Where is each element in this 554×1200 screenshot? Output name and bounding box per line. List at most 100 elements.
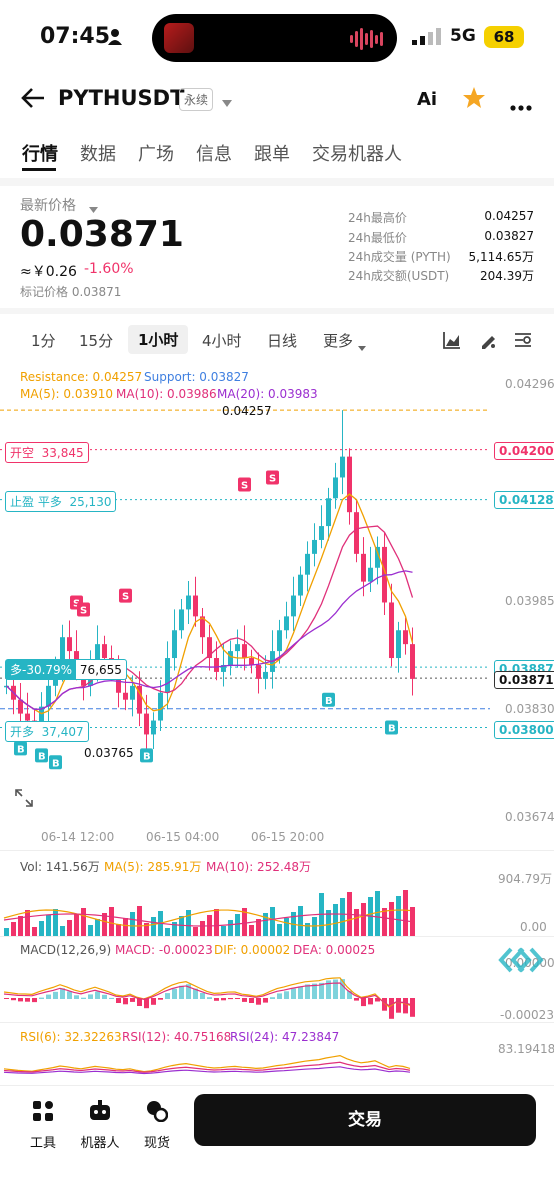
volume-bar xyxy=(46,915,51,936)
take-profit-label: 止盈 平多 xyxy=(10,495,62,509)
tab-square[interactable]: 广场 xyxy=(138,140,174,166)
candle-body xyxy=(410,644,415,679)
macd-bottom: -0.00023 xyxy=(500,1008,554,1022)
macd-bar xyxy=(81,997,86,999)
volume-bar xyxy=(340,898,345,936)
volume-bar xyxy=(249,925,254,936)
open-long-tag[interactable]: 开多 37,407 xyxy=(5,721,89,742)
volume-zero: 0.00 xyxy=(520,920,547,934)
interval-1m[interactable]: 1分 xyxy=(31,330,56,351)
volume-bar xyxy=(186,910,191,936)
settings-icon[interactable] xyxy=(514,331,532,353)
interval-4h[interactable]: 4小时 xyxy=(202,330,242,351)
volume-bar xyxy=(18,916,23,936)
ai-icon[interactable]: Ai xyxy=(417,89,437,110)
position-qty: 76,655 xyxy=(79,663,122,677)
macd-bar xyxy=(291,988,296,999)
macd-bar xyxy=(130,998,135,1002)
y-tick: 0.04296 xyxy=(505,377,554,391)
volume-bar xyxy=(382,908,387,936)
back-arrow-icon[interactable] xyxy=(20,86,46,114)
trade-button[interactable]: 交易 xyxy=(194,1094,536,1146)
ma20-label: MA(20): 0.03983 xyxy=(217,387,318,401)
interval-1h[interactable]: 1小时 xyxy=(128,325,189,354)
double-chevron-icon[interactable] xyxy=(497,947,545,977)
last-price-label[interactable]: 最新价格 xyxy=(20,195,76,215)
volume-bar xyxy=(193,927,198,936)
candle-body xyxy=(312,539,317,554)
tools-button[interactable]: 工具 xyxy=(28,1100,58,1151)
volume-bar xyxy=(333,904,338,936)
open-long-label: 开多 xyxy=(10,725,35,739)
candle-body xyxy=(46,685,51,707)
chevron-down-icon[interactable] xyxy=(358,337,366,356)
candle-body xyxy=(249,658,254,665)
rsi-line xyxy=(3,1066,411,1075)
network-type: 5G xyxy=(450,26,476,46)
draw-tool-icon[interactable] xyxy=(479,331,497,353)
star-icon[interactable] xyxy=(462,86,486,114)
volume-bar xyxy=(235,914,240,936)
volume-bar xyxy=(361,903,366,936)
macd-bar xyxy=(228,998,233,1000)
open-short-label: 开空 xyxy=(10,446,35,460)
open-long-price: 0.03800 xyxy=(494,721,554,739)
volume-bar xyxy=(53,909,58,936)
interval-15m[interactable]: 15分 xyxy=(79,330,113,351)
buy-marker-label: B xyxy=(143,751,151,762)
macd-bar xyxy=(39,997,44,999)
candle-body xyxy=(396,630,401,659)
tab-copy-trade[interactable]: 跟单 xyxy=(254,140,290,166)
tab-trading-bot[interactable]: 交易机器人 xyxy=(312,140,402,166)
volume-bar xyxy=(200,921,205,936)
tab-info[interactable]: 信息 xyxy=(196,140,232,166)
y-tick: 0.03830 xyxy=(505,702,554,716)
buy-marker-label: B xyxy=(388,724,396,735)
cny-price: ≈￥0.26 xyxy=(20,264,77,280)
divider xyxy=(0,1022,554,1023)
macd-bar xyxy=(165,993,170,999)
macd-bar xyxy=(396,998,401,1013)
candle-body xyxy=(354,512,359,554)
macd-bar xyxy=(389,998,394,1019)
volume-bar xyxy=(228,920,233,936)
candle-body xyxy=(186,595,191,610)
robot-icon xyxy=(90,1100,110,1120)
macd-bar xyxy=(53,991,58,999)
bots-label: 机器人 xyxy=(80,1136,120,1151)
fullscreen-icon[interactable] xyxy=(14,788,34,812)
interval-more[interactable]: 更多 xyxy=(323,330,353,351)
macd-bar xyxy=(18,998,23,1002)
tab-market[interactable]: 行情 xyxy=(22,140,58,166)
take-profit-tag[interactable]: 止盈 平多 25,130 xyxy=(5,491,117,512)
stat-value: 0.04257 xyxy=(484,209,534,223)
open-short-tag[interactable]: 开空 33,845 xyxy=(5,442,89,463)
take-profit-price: 0.04128 xyxy=(494,491,554,509)
candle-body xyxy=(389,602,394,659)
last-price: 0.03871 xyxy=(20,214,184,255)
volume-bar xyxy=(67,920,72,936)
macd-bar xyxy=(151,998,156,1005)
macd-bar xyxy=(361,998,366,1007)
chart-type-icon[interactable] xyxy=(443,331,461,353)
volume-chart xyxy=(3,890,415,936)
volume-bar xyxy=(81,908,86,936)
sell-marker-label: S xyxy=(241,480,248,491)
position-tag[interactable]: 多-30.79% 76,655 xyxy=(5,659,127,680)
bots-button[interactable]: 机器人 xyxy=(80,1100,120,1151)
volume-bar xyxy=(4,928,9,936)
coins-icon xyxy=(147,1101,169,1123)
stat-label: 24h最低价 xyxy=(348,231,407,245)
symbol-title[interactable]: PYTHUSDT xyxy=(58,86,184,110)
chevron-down-icon[interactable] xyxy=(222,93,232,112)
volume-bar xyxy=(305,923,310,936)
tab-data[interactable]: 数据 xyxy=(80,140,116,166)
candle-body xyxy=(179,609,184,631)
interval-1d[interactable]: 日线 xyxy=(267,330,297,351)
open-short-price: 0.04200 xyxy=(494,442,554,460)
top-tabs: 行情 数据 广场 信息 跟单 交易机器人 xyxy=(22,140,402,166)
candle-body xyxy=(263,671,268,679)
last-price-tag: 0.03871 xyxy=(494,671,554,689)
spot-button[interactable]: 现货 xyxy=(142,1100,172,1151)
more-icon[interactable] xyxy=(510,96,532,115)
